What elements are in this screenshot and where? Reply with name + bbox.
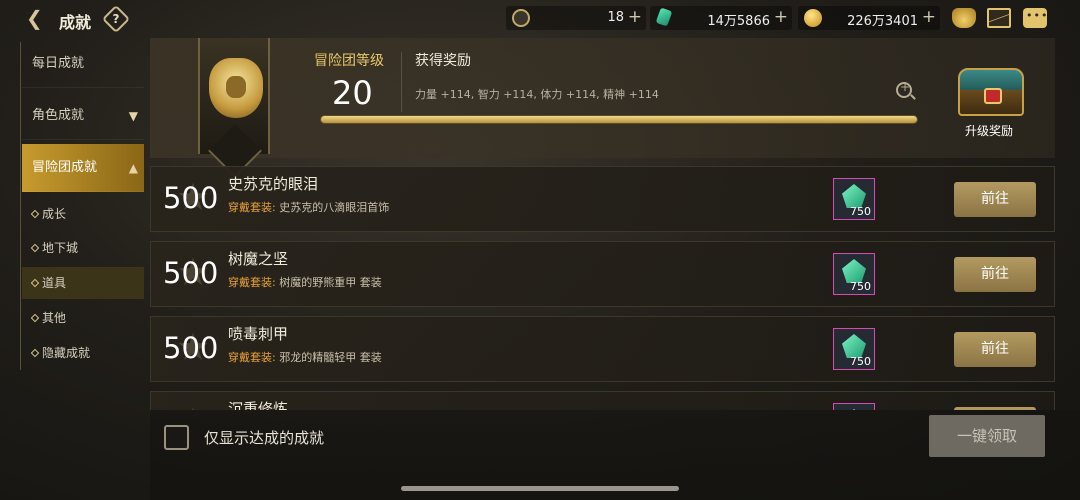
add-gold-button[interactable]: + bbox=[922, 7, 936, 27]
diamond-bullet-icon bbox=[30, 209, 40, 218]
chevron-up-icon: ▲ bbox=[128, 161, 138, 175]
coin-icon bbox=[512, 9, 530, 27]
achievement-points: 500 bbox=[163, 256, 219, 290]
level-value: 20 bbox=[332, 74, 373, 112]
diamond-bullet-icon bbox=[30, 278, 40, 287]
reward-quantity: 750 bbox=[850, 205, 871, 218]
divider bbox=[401, 52, 402, 112]
achievement-name: 史苏克的眼泪 bbox=[228, 175, 319, 193]
reward-stats: 力量 +114, 智力 +114, 体力 +114, 精神 +114 bbox=[415, 88, 659, 101]
sidebar-item-adventure[interactable]: 冒险团成就 ▲ bbox=[22, 144, 144, 192]
add-gem-button[interactable]: + bbox=[774, 7, 788, 27]
goto-button[interactable]: 前往 bbox=[954, 332, 1036, 367]
page-title: 成就 bbox=[59, 13, 92, 32]
chat-icon[interactable] bbox=[1023, 8, 1048, 28]
achievement-points: 500 bbox=[163, 181, 219, 215]
achievement-desc: 穿戴套装: 史苏克的八滴眼泪首饰 bbox=[228, 201, 390, 214]
sidebar-subitem-items[interactable]: 道具 bbox=[22, 267, 144, 299]
lion-emblem-icon bbox=[209, 58, 263, 118]
emblem-banner bbox=[198, 38, 270, 154]
show-completed-checkbox[interactable] bbox=[164, 425, 189, 450]
chevron-down-icon: ▼ bbox=[128, 109, 138, 123]
currency-gold-value: 226万3401 bbox=[847, 14, 918, 29]
treasure-pot-icon[interactable] bbox=[952, 8, 976, 28]
gem-icon bbox=[655, 7, 673, 27]
sidebar-item-label: 冒险团成就 bbox=[32, 160, 98, 175]
currency-coin-value: 18 bbox=[607, 10, 624, 25]
claim-all-button[interactable]: 一键领取 bbox=[929, 415, 1045, 457]
achievement-list[interactable]: ★ 500 史苏克的眼泪 穿戴套装: 史苏克的八滴眼泪首饰 750 前往 ★ 5… bbox=[150, 166, 1055, 410]
sidebar-item-label: 每日成就 bbox=[32, 56, 85, 71]
sidebar-item-character[interactable]: 角色成就 ▼ bbox=[22, 92, 144, 140]
show-completed-label[interactable]: 仅显示达成的成就 bbox=[204, 427, 324, 448]
goto-button[interactable]: 前往 bbox=[954, 182, 1036, 217]
achievement-points: 500 bbox=[163, 331, 219, 365]
sidebar-subitem-hidden[interactable]: 隐藏成就 bbox=[22, 337, 144, 369]
treasure-chest-icon[interactable] bbox=[958, 68, 1024, 116]
add-coin-button[interactable]: + bbox=[628, 7, 642, 27]
reward-quantity: 750 bbox=[850, 355, 871, 368]
upgrade-reward-label[interactable]: 升级奖励 bbox=[965, 122, 1013, 139]
reward-item[interactable]: 750 bbox=[833, 253, 875, 295]
achievement-points: 500 bbox=[163, 406, 218, 410]
zoom-in-icon[interactable] bbox=[896, 80, 912, 98]
goto-button[interactable]: 前往 bbox=[954, 257, 1036, 292]
gold-icon bbox=[804, 9, 822, 27]
sidebar: 每日成就 角色成就 ▼ 冒险团成就 ▲ 成长 地下城 道具 其他 隐藏成就 bbox=[0, 40, 150, 410]
sidebar-subitem-other[interactable]: 其他 bbox=[22, 302, 144, 334]
achievement-name: 树魔之坚 bbox=[228, 250, 289, 268]
achievement-row: ★ 500 树魔之坚 穿戴套装: 树魔的野熊重甲 套装 750 前往 bbox=[150, 241, 1055, 307]
diamond-bullet-icon bbox=[30, 243, 40, 252]
level-label: 冒险团等级 bbox=[314, 53, 384, 69]
currency-gem-value: 14万5866 bbox=[707, 14, 770, 29]
currency-coin: 18 + bbox=[506, 6, 646, 30]
level-progress-fill bbox=[321, 116, 917, 123]
mail-icon[interactable] bbox=[987, 8, 1011, 28]
sidebar-item-label: 角色成就 bbox=[32, 108, 85, 123]
sidebar-subitem-dungeon[interactable]: 地下城 bbox=[22, 232, 144, 264]
achievement-row: ★ 500 喷毒刺甲 穿戴套装: 邪龙的精髓轻甲 套装 750 前往 bbox=[150, 316, 1055, 382]
reward-item[interactable]: 750 bbox=[833, 328, 875, 370]
top-bar: ❮ 成就 ? 18 + 14万5866 + 226万3401 + bbox=[0, 0, 1080, 38]
diamond-bullet-icon bbox=[30, 348, 40, 357]
achievement-desc: 穿戴套装: 邪龙的精髓轻甲 套装 bbox=[228, 351, 382, 364]
achievement-name: 喷毒刺甲 bbox=[228, 325, 289, 343]
achievement-name: 沉重修炼 bbox=[228, 400, 289, 410]
currency-gem: 14万5866 + bbox=[650, 6, 792, 30]
back-arrow-icon[interactable]: ❮ bbox=[26, 8, 50, 28]
currency-gold: 226万3401 + bbox=[798, 6, 940, 30]
adventure-level-panel: 冒险团等级 20 获得奖励 力量 +114, 智力 +114, 体力 +114,… bbox=[150, 38, 1055, 158]
diamond-bullet-icon bbox=[30, 313, 40, 322]
sidebar-subitem-growth[interactable]: 成长 bbox=[22, 198, 144, 230]
reward-quantity: 750 bbox=[850, 280, 871, 293]
achievement-row: ★ 500 史苏克的眼泪 穿戴套装: 史苏克的八滴眼泪首饰 750 前往 bbox=[150, 166, 1055, 232]
home-indicator[interactable] bbox=[401, 486, 679, 491]
sidebar-item-daily[interactable]: 每日成就 bbox=[22, 40, 144, 88]
achievement-desc: 穿戴套装: 树魔的野熊重甲 套装 bbox=[228, 276, 382, 289]
reward-item[interactable]: 750 bbox=[833, 178, 875, 220]
reward-label: 获得奖励 bbox=[415, 53, 471, 69]
help-icon[interactable]: ? bbox=[101, 4, 131, 34]
level-progress-bar bbox=[320, 115, 918, 124]
reward-item[interactable] bbox=[833, 403, 875, 410]
achievement-row: ★ 500 沉重修炼 前往 bbox=[150, 391, 1055, 410]
